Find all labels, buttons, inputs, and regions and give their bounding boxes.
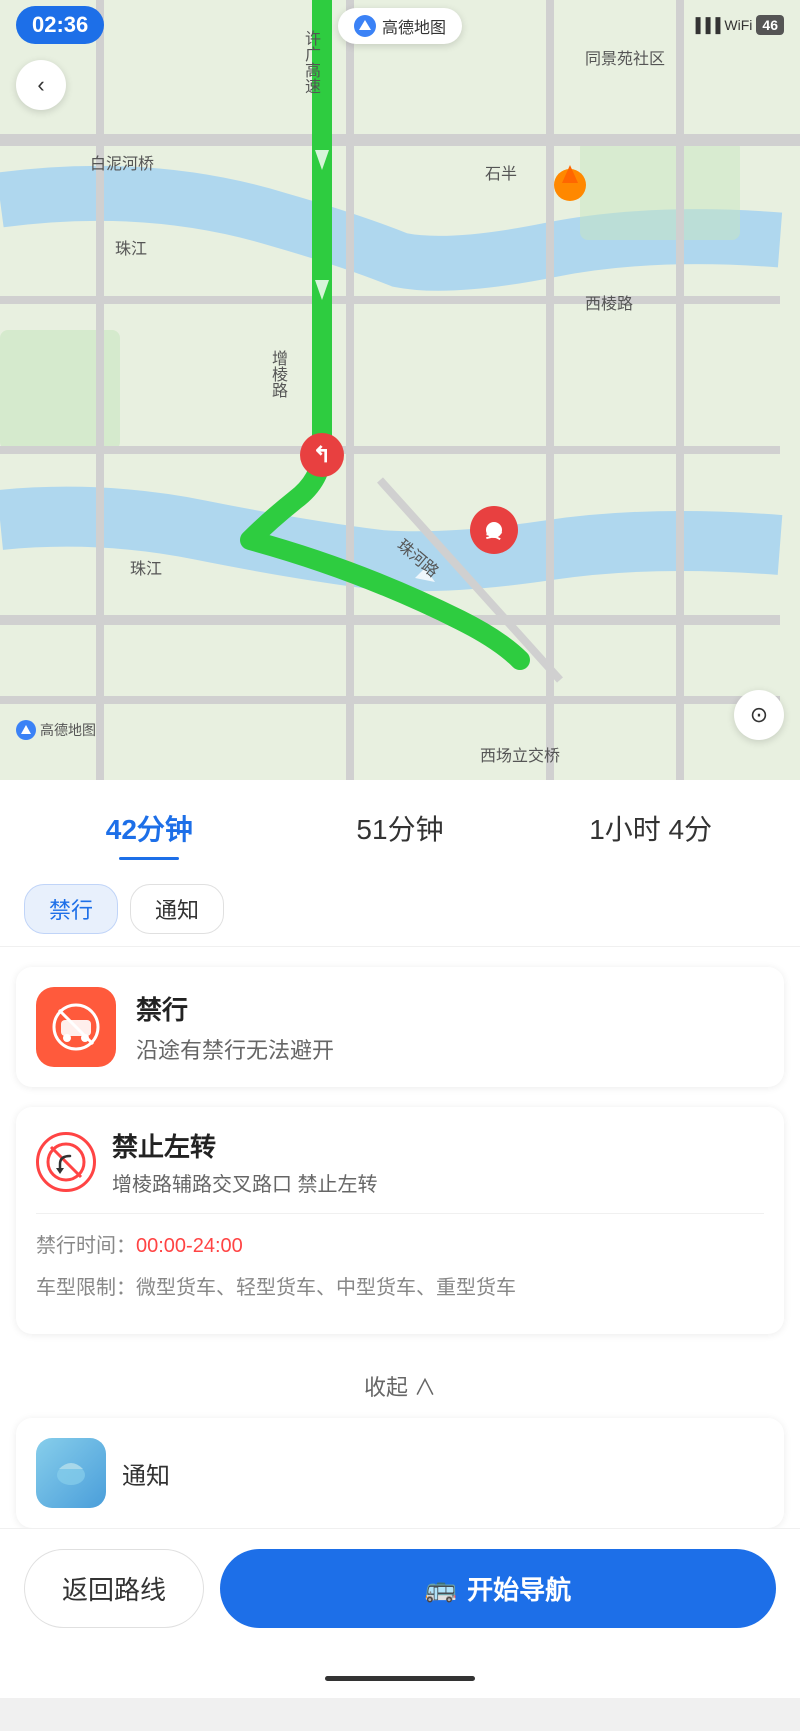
collapse-button[interactable]: 收起 ∧ (0, 1354, 800, 1418)
notice-section: 通知 (16, 1418, 784, 1528)
restriction-time-row: 禁行时间：00:00-24:00 (36, 1230, 764, 1262)
alert-icon-red (36, 987, 116, 1067)
location-icon: ⊙ (750, 702, 768, 728)
route-tabs: 42分钟 51分钟 1小时 4分 (0, 780, 800, 864)
vehicle-restriction-row: 车型限制：微型货车、轻型货车、中型货车、重型货车 (36, 1272, 764, 1304)
map-label-zhujiang-2: 珠江 (130, 555, 162, 579)
location-button[interactable]: ⊙ (734, 690, 784, 740)
map-label-xichang: 西场立交桥 (480, 742, 560, 766)
home-bar (325, 1676, 475, 1681)
back-button[interactable]: ‹ (16, 60, 66, 110)
action-buttons: 返回路线 🚌 开始导航 (0, 1528, 800, 1658)
bus-icon: 🚌 (425, 1573, 457, 1604)
map-label-shiban: 石半 (485, 160, 517, 184)
status-time: 02:36 (16, 6, 104, 44)
gaode-logo-top: 高德地图 (338, 8, 462, 44)
detail-card-left-turn: 禁止左转 增棱路辅路交叉路口 禁止左转 禁行时间：00:00-24:00 车型限… (16, 1107, 784, 1334)
alert-text: 禁行 沿途有禁行无法避开 (136, 990, 334, 1065)
gaode-logo-text: 高德地图 (382, 14, 446, 38)
filter-tab-jinhang[interactable]: 禁行 (24, 884, 118, 934)
notice-icon (36, 1438, 106, 1508)
map-view[interactable]: ↰ 终 白泥河桥 珠江 珠江 许广高速 增棱路 西棱路 同景苑社区 石半 珠河路… (0, 0, 800, 780)
route-tab-3[interactable]: 1小时 4分 (525, 800, 776, 856)
map-label-xiling: 西棱路 (585, 290, 633, 314)
svg-text:↰: ↰ (313, 442, 331, 467)
wifi-icon: WiFi (724, 17, 752, 33)
route-tab-1[interactable]: 42分钟 (24, 800, 275, 856)
back-to-route-button[interactable]: 返回路线 (24, 1549, 204, 1628)
signal-icon: ▐▐▐ (691, 17, 721, 33)
gaode-logo-small-icon (16, 720, 36, 740)
detail-divider (36, 1213, 764, 1214)
status-right: ▐▐▐ WiFi 46 (691, 15, 784, 35)
status-icons: ▐▐▐ WiFi 46 (691, 15, 784, 35)
battery-badge: 46 (756, 15, 784, 35)
map-label-zhujiang-1: 珠江 (115, 235, 147, 259)
back-icon: ‹ (37, 72, 44, 98)
filter-tab-tongzhi[interactable]: 通知 (130, 884, 224, 934)
gaode-logo-bottom-text: 高德地图 (40, 720, 96, 740)
gaode-logo-icon (354, 15, 376, 37)
no-left-turn-icon (36, 1132, 96, 1192)
alert-card-jinhang: 禁行 沿途有禁行无法避开 (16, 967, 784, 1087)
start-navigation-button[interactable]: 🚌 开始导航 (220, 1549, 776, 1628)
map-label-zenglenglv: 增棱路 (265, 350, 289, 398)
route-tab-2[interactable]: 51分钟 (275, 800, 526, 856)
bottom-panel: 42分钟 51分钟 1小时 4分 禁行 通知 (0, 780, 800, 1698)
map-label-bainihequiao: 白泥河桥 (90, 150, 154, 174)
filter-tabs: 禁行 通知 (0, 864, 800, 947)
detail-header-text: 禁止左转 增棱路辅路交叉路口 禁止左转 (112, 1127, 378, 1197)
notice-text: 通知 (122, 1456, 170, 1491)
home-indicator (0, 1658, 800, 1698)
gaode-logo-bottom: 高德地图 (16, 720, 96, 740)
detail-card-header: 禁止左转 增棱路辅路交叉路口 禁止左转 (36, 1127, 764, 1197)
